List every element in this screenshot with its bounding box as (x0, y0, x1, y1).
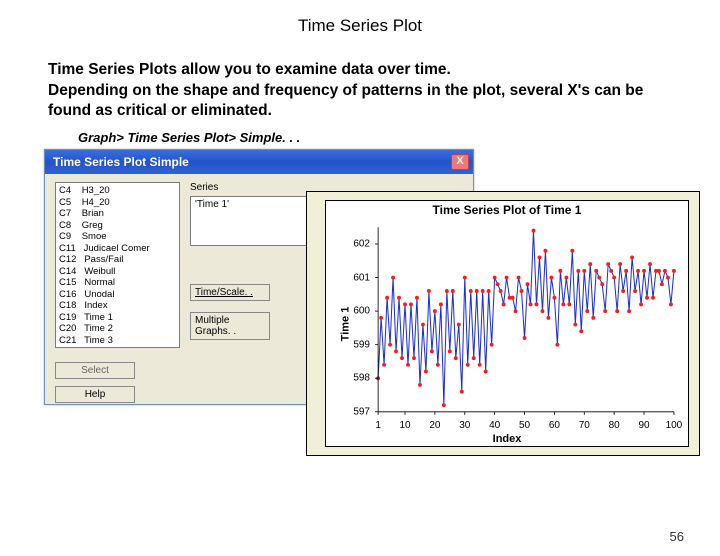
column-list-item[interactable]: C4 H3_20 (59, 185, 176, 197)
column-list-item[interactable]: C11 Judicael Comer (59, 243, 176, 255)
column-list-item[interactable]: C15 Normal (59, 277, 176, 289)
x-tick-label: 90 (638, 420, 649, 431)
chart-title: Time Series Plot of Time 1 (326, 203, 688, 217)
multiple-graphs-button-label: Multiple Graphs. . (195, 315, 236, 337)
x-tick-label: 30 (459, 420, 470, 431)
series-input[interactable]: 'Time 1' (190, 196, 315, 246)
x-tick-label: 1 (375, 420, 381, 431)
chart-y-axis-label: Time 1 (339, 306, 351, 341)
timescale-button-label: Time/Scale. . (195, 287, 253, 298)
column-list-item[interactable]: C14 Weibull (59, 266, 176, 278)
canvas-area: Time Series Plot Simple X C4 H3_20C5 H4_… (44, 149, 676, 469)
x-tick-label: 50 (519, 420, 530, 431)
page-number: 56 (670, 529, 684, 544)
column-list-item[interactable]: C20 Time 2 (59, 323, 176, 335)
help-button[interactable]: Help (55, 386, 135, 403)
y-tick-label: 598 (353, 373, 370, 384)
page-title: Time Series Plot (0, 16, 720, 36)
x-tick-label: 10 (399, 420, 410, 431)
y-tick-label: 601 (353, 272, 370, 283)
x-tick-label: 80 (609, 420, 620, 431)
dialog-titlebar[interactable]: Time Series Plot Simple X (45, 150, 473, 174)
timescale-button[interactable]: Time/Scale. . (190, 284, 270, 301)
column-list-item[interactable]: C19 Time 1 (59, 312, 176, 324)
dialog-title: Time Series Plot Simple (53, 155, 189, 169)
series-label: Series (190, 182, 218, 193)
x-tick-label: 20 (429, 420, 440, 431)
column-list-item[interactable]: C21 Time 3 (59, 335, 176, 347)
y-tick-label: 600 (353, 306, 370, 317)
column-list-item[interactable]: C8 Greg (59, 220, 176, 232)
column-list-item[interactable]: C7 Brian (59, 208, 176, 220)
column-list-item[interactable]: C12 Pass/Fail (59, 254, 176, 266)
column-list-item[interactable]: C18 Index (59, 300, 176, 312)
close-icon[interactable]: X (451, 154, 469, 170)
column-list-item[interactable]: C5 H4_20 (59, 197, 176, 209)
column-list-item[interactable]: C9 Smoe (59, 231, 176, 243)
multiple-graphs-button[interactable]: Multiple Graphs. . (190, 312, 270, 340)
chart-x-axis-label: Index (493, 433, 522, 445)
y-tick-label: 599 (353, 339, 370, 350)
chart-plot-area (372, 221, 678, 418)
column-listbox[interactable]: C4 H3_20C5 H4_20C7 BrianC8 GregC9 SmoeC1… (55, 182, 180, 348)
column-list-item[interactable]: C16 Unodal (59, 289, 176, 301)
column-list-item[interactable]: C22 Time 4 (59, 346, 176, 348)
x-tick-label: 70 (579, 420, 590, 431)
description-line-2: Depending on the shape and frequency of … (48, 81, 672, 120)
menu-path: Graph> Time Series Plot> Simple. . . (78, 130, 720, 145)
chart-inner: Time Series Plot of Time 1 Time 1 Index … (325, 200, 689, 447)
chart-svg (372, 221, 678, 418)
x-tick-label: 40 (489, 420, 500, 431)
select-button[interactable]: Select (55, 362, 135, 379)
description-line-1: Time Series Plots allow you to examine d… (48, 60, 672, 79)
y-tick-label: 597 (353, 406, 370, 417)
chart-panel: Time Series Plot of Time 1 Time 1 Index … (306, 191, 700, 456)
x-tick-label: 60 (549, 420, 560, 431)
y-tick-label: 602 (353, 239, 370, 250)
x-tick-label: 100 (666, 420, 683, 431)
